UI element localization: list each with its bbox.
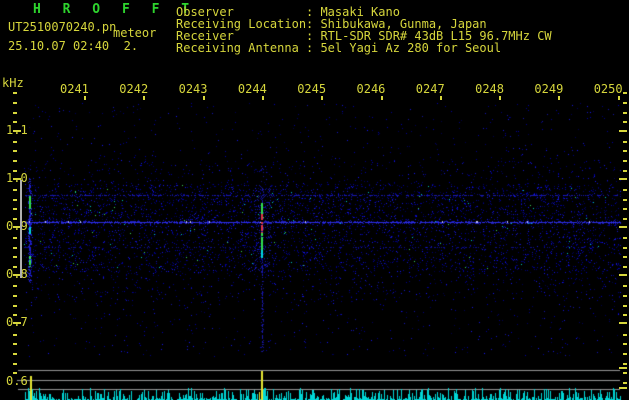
- axis-tick: [13, 218, 17, 220]
- axis-tick: [499, 96, 501, 100]
- axis-tick: [623, 218, 627, 220]
- hrofft-window: H R O F F T UT2510070240.pn meteor 25.10…: [0, 0, 629, 400]
- axis-tick: [13, 363, 17, 365]
- time-tick-label: 0248: [475, 82, 504, 96]
- axis-tick: [619, 130, 627, 132]
- axis-tick: [143, 96, 145, 100]
- axis-tick: [623, 199, 627, 201]
- axis-tick: [13, 170, 17, 172]
- axis-tick: [623, 305, 627, 307]
- freq-tick-label: 0.6: [6, 374, 30, 388]
- axis-tick: [623, 382, 627, 384]
- axis-tick: [13, 130, 21, 132]
- axis-tick: [13, 285, 17, 287]
- axis-tick: [13, 112, 17, 114]
- axis-tick: [13, 189, 17, 191]
- freq-axis-unit: kHz: [2, 77, 24, 90]
- axis-tick: [619, 226, 627, 228]
- info-value: : 5el Yagi Az 280 for Seoul: [306, 41, 501, 55]
- axis-tick: [623, 189, 627, 191]
- axis-tick: [13, 295, 17, 297]
- axis-tick: [440, 96, 442, 100]
- axis-tick: [203, 96, 205, 100]
- axis-tick: [13, 314, 17, 316]
- axis-tick: [13, 160, 17, 162]
- axis-tick: [623, 141, 627, 143]
- axis-tick: [13, 334, 17, 336]
- axis-tick: [623, 160, 627, 162]
- axis-tick: [623, 121, 627, 123]
- axis-tick: [619, 387, 627, 389]
- axis-tick: [623, 102, 627, 104]
- axis-tick: [623, 343, 627, 345]
- time-tick-label: 0247: [416, 82, 445, 96]
- axis-tick: [623, 92, 627, 94]
- axis-tick: [13, 141, 17, 143]
- axis-tick: [13, 247, 17, 249]
- app-title: H R O F F T: [33, 3, 196, 16]
- time-tick-label: 0243: [179, 82, 208, 96]
- axis-tick: [623, 353, 627, 355]
- axis-tick: [13, 208, 17, 210]
- axis-tick: [13, 150, 17, 152]
- spectrogram-plot: [0, 0, 629, 400]
- axis-tick: [623, 247, 627, 249]
- axis-tick: [623, 170, 627, 172]
- axis-tick: [558, 96, 560, 100]
- axis-tick: [623, 266, 627, 268]
- axis-tick: [13, 199, 17, 201]
- axis-tick: [623, 314, 627, 316]
- time-tick-label: 0249: [534, 82, 563, 96]
- axis-tick: [13, 256, 17, 258]
- calibration-bar: [20, 180, 22, 278]
- axis-tick: [623, 285, 627, 287]
- axis-tick: [619, 322, 627, 324]
- axis-tick: [623, 295, 627, 297]
- axis-tick: [619, 178, 627, 180]
- axis-tick: [262, 96, 264, 100]
- timestamp: 25.10.07 02:40 2.: [8, 40, 138, 53]
- axis-tick: [84, 96, 86, 100]
- axis-tick: [13, 102, 17, 104]
- axis-tick: [13, 372, 17, 374]
- axis-tick: [13, 121, 17, 123]
- axis-tick: [13, 322, 21, 324]
- output-filename: UT2510070240.pn: [8, 21, 116, 34]
- axis-tick: [13, 237, 17, 239]
- axis-tick: [381, 96, 383, 100]
- axis-tick: [623, 372, 627, 374]
- time-tick-label: 0246: [357, 82, 386, 96]
- info-label: Receiving Antenna: [176, 41, 299, 55]
- axis-tick: [623, 237, 627, 239]
- axis-tick: [623, 208, 627, 210]
- axis-tick: [13, 266, 17, 268]
- axis-tick: [619, 274, 627, 276]
- time-tick-label: 0241: [60, 82, 89, 96]
- axis-tick: [13, 92, 17, 94]
- axis-tick: [13, 343, 17, 345]
- time-tick-label: 0242: [119, 82, 148, 96]
- axis-tick: [623, 363, 627, 365]
- time-tick-label: 0245: [297, 82, 326, 96]
- axis-tick: [321, 96, 323, 100]
- axis-tick: [623, 334, 627, 336]
- axis-tick: [13, 353, 17, 355]
- time-tick-label: 0244: [238, 82, 267, 96]
- axis-tick: [623, 256, 627, 258]
- axis-tick: [623, 150, 627, 152]
- axis-tick: [618, 96, 620, 100]
- time-tick-label: 0250: [594, 82, 623, 96]
- axis-tick: [623, 112, 627, 114]
- axis-tick: [619, 367, 627, 369]
- axis-tick: [13, 305, 17, 307]
